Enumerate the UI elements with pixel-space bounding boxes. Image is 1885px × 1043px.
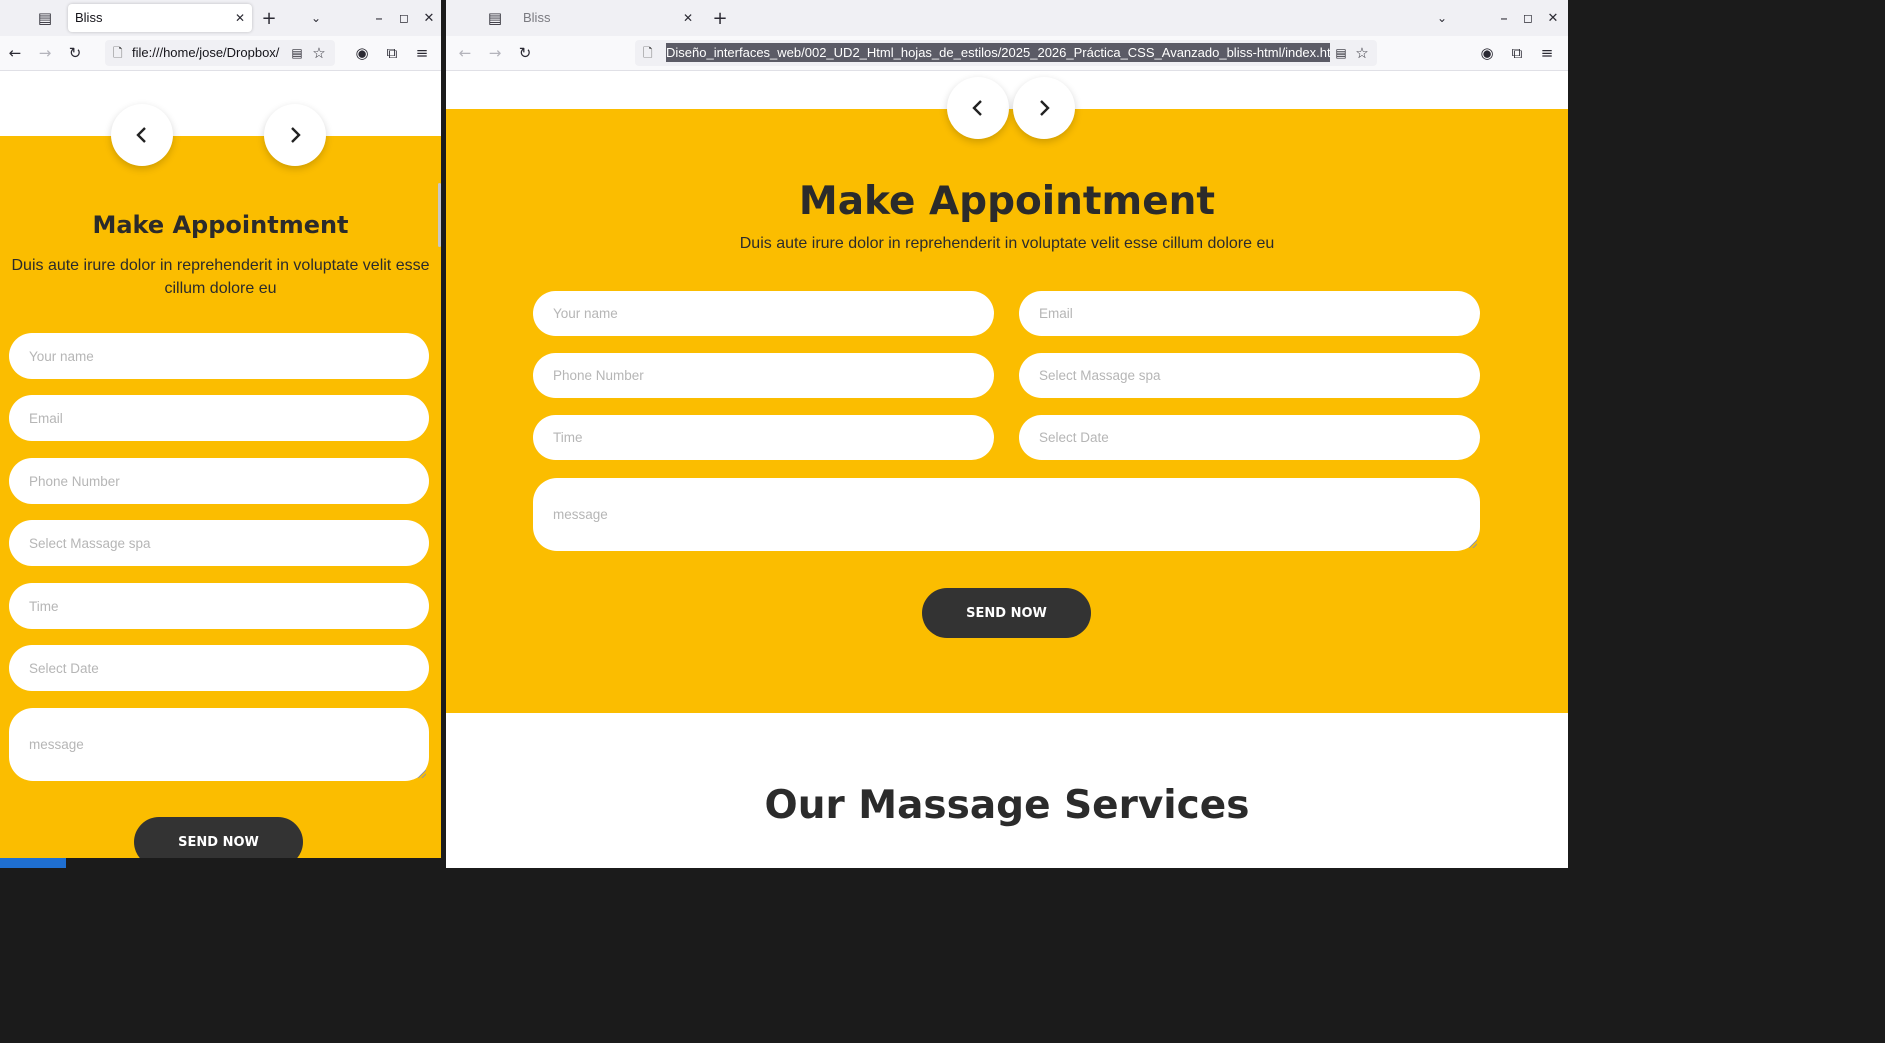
resize-grip-icon[interactable] xyxy=(418,770,426,778)
message-textarea[interactable]: message xyxy=(533,478,1480,551)
time-input[interactable]: Time xyxy=(533,415,994,460)
resize-grip-icon[interactable] xyxy=(1469,540,1477,548)
browser-window-right: ▤ Bliss ✕ + ⌄ – ◻ ✕ ← → ↻ 🗋 Diseño_inter… xyxy=(446,0,1568,868)
forward-icon[interactable]: → xyxy=(485,43,505,63)
address-bar[interactable]: 🗋 file:///home/jose/Dropbox/ ▤ ☆ xyxy=(105,40,335,66)
message-placeholder: message xyxy=(553,507,608,522)
phone-input[interactable]: Phone Number xyxy=(533,353,994,398)
desktop-taskbar-strip xyxy=(0,858,66,868)
bookmark-star-icon[interactable]: ☆ xyxy=(1353,43,1371,63)
date-input[interactable]: Select Date xyxy=(1019,415,1480,460)
message-textarea[interactable]: message xyxy=(9,708,429,781)
phone-input[interactable]: Phone Number xyxy=(9,458,429,504)
page-icon: 🗋 xyxy=(113,46,123,60)
maximize-icon[interactable]: ◻ xyxy=(1518,8,1538,28)
appointment-title: Make Appointment xyxy=(798,179,1216,224)
navigation-bar: ← → ↻ 🗋 file:///home/jose/Dropbox/ ▤ ☆ ◉… xyxy=(0,36,441,71)
new-tab-icon[interactable]: + xyxy=(258,8,280,29)
send-now-button[interactable]: SEND NOW xyxy=(922,588,1091,638)
time-input[interactable]: Time xyxy=(9,583,429,629)
reader-view-icon[interactable]: ▤ xyxy=(1332,43,1350,63)
chevron-left-icon xyxy=(972,100,982,116)
extensions-icon[interactable]: ⧉ xyxy=(381,43,403,63)
tab-title: Bliss xyxy=(75,10,103,25)
page-content: Make Appointment Duis aute irure dolor i… xyxy=(0,71,441,858)
tab-title: Bliss xyxy=(523,10,551,25)
window-close-icon[interactable]: ✕ xyxy=(419,8,439,28)
minimize-icon[interactable]: – xyxy=(1494,8,1514,28)
maximize-icon[interactable]: ◻ xyxy=(394,8,414,28)
menu-icon[interactable]: ≡ xyxy=(1536,43,1558,63)
tab-overflow-icon[interactable]: ⌄ xyxy=(305,8,327,28)
tab-list-icon[interactable]: ▤ xyxy=(34,8,56,28)
close-icon[interactable]: ✕ xyxy=(683,4,693,32)
url-text-wrap: Diseño_interfaces_web/002_UD2_Html_hojas… xyxy=(666,40,1330,66)
carousel-prev-button[interactable] xyxy=(111,104,173,166)
appointment-subtitle: Duis aute irure dolor in reprehenderit i… xyxy=(11,257,430,297)
chevron-right-icon xyxy=(291,127,301,143)
reader-view-icon[interactable]: ▤ xyxy=(288,43,306,63)
tab-list-icon[interactable]: ▤ xyxy=(484,8,506,28)
massage-select[interactable]: Select Massage spa xyxy=(1019,353,1480,398)
appointment-title: Make Appointment xyxy=(92,211,349,239)
back-icon[interactable]: ← xyxy=(455,43,475,63)
account-icon[interactable]: ◉ xyxy=(351,43,373,63)
appointment-subtitle: Duis aute irure dolor in reprehenderit i… xyxy=(739,235,1275,252)
reload-icon[interactable]: ↻ xyxy=(65,43,85,63)
carousel-next-button[interactable] xyxy=(1013,77,1075,139)
window-close-icon[interactable]: ✕ xyxy=(1543,8,1563,28)
forward-icon[interactable]: → xyxy=(35,43,55,63)
tab-bar: ▤ Bliss ✕ + ⌄ – ◻ ✕ xyxy=(0,0,441,36)
send-now-button[interactable]: SEND NOW xyxy=(134,817,303,858)
tab-bliss[interactable]: Bliss ✕ xyxy=(516,4,700,32)
account-icon[interactable]: ◉ xyxy=(1476,43,1498,63)
navigation-bar: ← → ↻ 🗋 Diseño_interfaces_web/002_UD2_Ht… xyxy=(446,36,1568,71)
back-icon[interactable]: ← xyxy=(5,43,25,63)
tab-bliss[interactable]: Bliss ✕ xyxy=(68,4,252,32)
extensions-icon[interactable]: ⧉ xyxy=(1506,43,1528,63)
tab-overflow-icon[interactable]: ⌄ xyxy=(1431,8,1453,28)
url-text: file:///home/jose/Dropbox/ xyxy=(132,45,280,60)
page-content: Make Appointment Duis aute irure dolor i… xyxy=(446,71,1568,868)
email-input[interactable]: Email xyxy=(9,395,429,441)
massage-select[interactable]: Select Massage spa xyxy=(9,520,429,566)
name-input[interactable]: Your name xyxy=(533,291,994,336)
message-placeholder: message xyxy=(29,737,84,752)
carousel-prev-button[interactable] xyxy=(947,77,1009,139)
url-text: Diseño_interfaces_web/002_UD2_Html_hojas… xyxy=(666,43,1330,62)
tab-bar: ▤ Bliss ✕ + ⌄ – ◻ ✕ xyxy=(446,0,1568,36)
name-input[interactable]: Your name xyxy=(9,333,429,379)
address-bar[interactable]: 🗋 Diseño_interfaces_web/002_UD2_Html_hoj… xyxy=(635,40,1377,66)
email-input[interactable]: Email xyxy=(1019,291,1480,336)
chevron-left-icon xyxy=(136,127,146,143)
scrollbar-thumb[interactable] xyxy=(438,183,441,247)
minimize-icon[interactable]: – xyxy=(369,8,389,28)
carousel-next-button[interactable] xyxy=(264,104,326,166)
services-title: Our Massage Services xyxy=(764,783,1250,828)
chevron-right-icon xyxy=(1040,100,1050,116)
date-input[interactable]: Select Date xyxy=(9,645,429,691)
page-icon: 🗋 xyxy=(643,46,653,60)
menu-icon[interactable]: ≡ xyxy=(411,43,433,63)
reload-icon[interactable]: ↻ xyxy=(515,43,535,63)
browser-window-left: ▤ Bliss ✕ + ⌄ – ◻ ✕ ← → ↻ 🗋 file:///home… xyxy=(0,0,441,858)
bookmark-star-icon[interactable]: ☆ xyxy=(310,43,328,63)
new-tab-icon[interactable]: + xyxy=(709,8,731,29)
close-icon[interactable]: ✕ xyxy=(235,4,245,32)
